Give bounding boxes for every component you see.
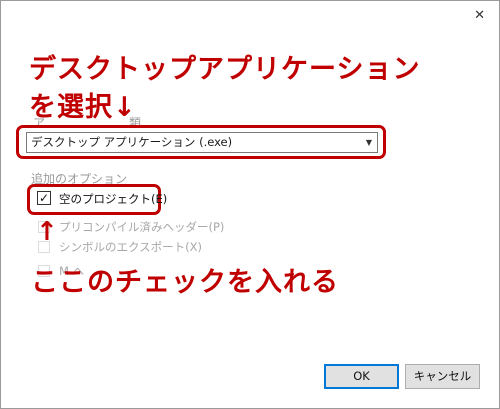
project-settings-dialog: ✕ ア 類 追加のオプション デスクトップアプリケーション を選択↓ デスクトッ…: [0, 0, 500, 409]
annotation-up-arrow: ↑: [36, 217, 58, 247]
empty-project-label[interactable]: 空のプロジェクト(E): [59, 191, 167, 207]
cancel-button[interactable]: キャンセル: [405, 364, 480, 389]
application-type-value: デスクトップ アプリケーション (.exe): [31, 135, 233, 149]
export-symbols-label: シンボルのエクスポート(X): [59, 240, 203, 254]
close-icon[interactable]: ✕: [474, 9, 485, 22]
chevron-down-icon[interactable]: ▼: [366, 133, 372, 152]
annotation-check-here: ここのチェックを入れる: [31, 267, 339, 298]
precompiled-header-label: プリコンパイル済みヘッダー(P): [59, 220, 225, 234]
annotation-select-desktop-app: デスクトップアプリケーション: [29, 54, 421, 85]
empty-project-checkbox[interactable]: ✓: [37, 191, 51, 205]
annotation-select-desktop-app-line2: を選択↓: [29, 92, 137, 123]
ok-button[interactable]: OK: [324, 364, 399, 389]
application-type-select[interactable]: デスクトップ アプリケーション (.exe) ▼: [26, 132, 378, 153]
